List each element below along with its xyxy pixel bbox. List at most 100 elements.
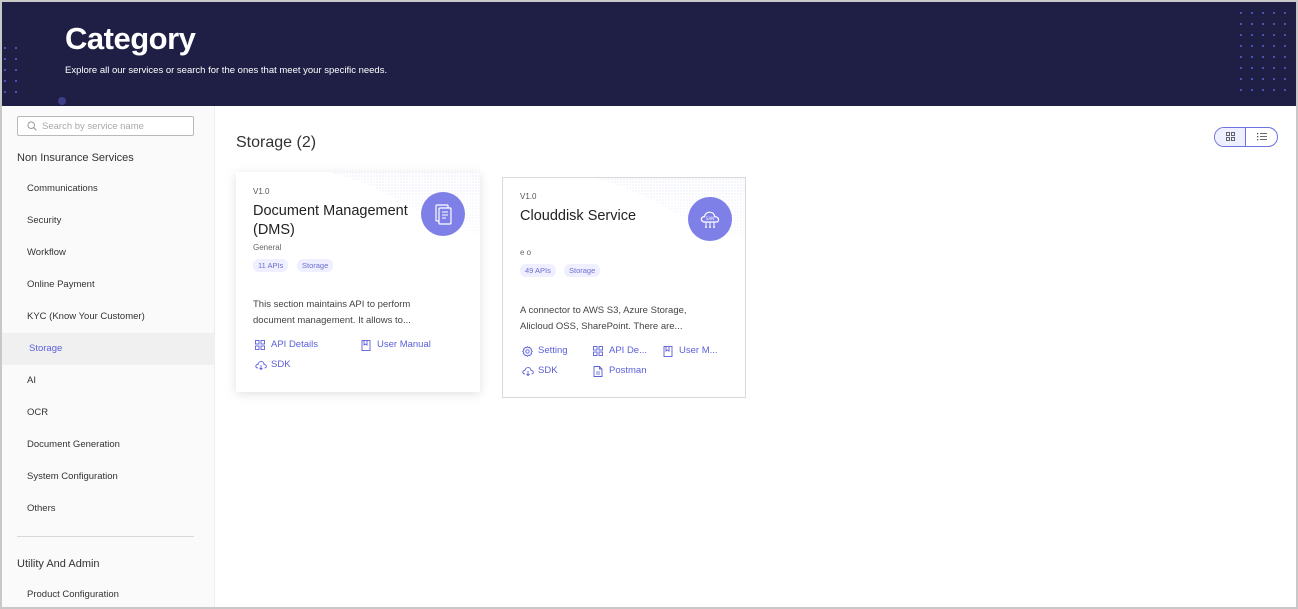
- card-description: A connector to AWS S3, Azure Storage, Al…: [520, 305, 687, 332]
- sidebar-item-online-payment[interactable]: Online Payment: [2, 269, 214, 301]
- book-icon: [361, 340, 371, 351]
- svg-text:SAN: SAN: [706, 216, 714, 221]
- action-label: User Manual: [377, 339, 431, 350]
- sidebar-item-workflow[interactable]: Workflow: [2, 237, 214, 269]
- service-icon-badge: SAN: [688, 197, 732, 241]
- section-title: Storage (2): [236, 134, 317, 151]
- apis-count-badge: 11 APIs: [253, 259, 289, 272]
- decorative-dot: [1284, 78, 1286, 80]
- sidebar-item-document-generation[interactable]: Document Generation: [2, 429, 214, 461]
- cloud-icon: [255, 361, 267, 370]
- decorative-dot: [1273, 89, 1275, 91]
- sidebar-item-storage[interactable]: Storage: [2, 333, 214, 365]
- card-category: e o: [520, 248, 532, 257]
- sidebar-item-ai[interactable]: AI: [2, 365, 214, 397]
- decorative-dots-left: [2, 2, 22, 106]
- card-version: V1.0: [520, 192, 537, 201]
- sidebar-item-kyc[interactable]: KYC (Know Your Customer): [2, 301, 214, 333]
- decorative-dot: [1240, 56, 1242, 58]
- service-icon-badge: [421, 192, 465, 236]
- sidebar-item-ocr[interactable]: OCR: [2, 397, 214, 429]
- sidebar-item-communications[interactable]: Communications: [2, 173, 214, 205]
- decorative-dot: [1240, 78, 1242, 80]
- decorative-dot: [1262, 78, 1264, 80]
- decorative-dot: [1251, 56, 1253, 58]
- apis-count-badge: 49 APIs: [520, 264, 556, 277]
- decorative-dot: [4, 58, 6, 60]
- category-header-banner: Category Explore all our services or sea…: [2, 2, 1296, 106]
- category-tag: Storage: [564, 264, 601, 277]
- decorative-dot: [1240, 67, 1242, 69]
- app-window: Category Explore all our services or sea…: [0, 0, 1298, 609]
- decorative-dot: [1240, 23, 1242, 25]
- search-input[interactable]: [42, 119, 190, 133]
- decorative-dot: [1262, 45, 1264, 47]
- decorative-dot: [1251, 34, 1253, 36]
- decorative-dot: [1284, 56, 1286, 58]
- decorative-dot: [1240, 12, 1242, 14]
- decorative-dot: [1251, 67, 1253, 69]
- decorative-dot: [1273, 67, 1275, 69]
- decorative-dot: [1251, 89, 1253, 91]
- decorative-dot: [1273, 34, 1275, 36]
- sidebar-item-security[interactable]: Security: [2, 205, 214, 237]
- grid-icon: [255, 340, 265, 350]
- card-title: Document Management (DMS): [253, 203, 408, 238]
- decorative-dot: [15, 91, 17, 93]
- page-title: Category: [65, 21, 196, 56]
- grid-view-icon: [1226, 132, 1235, 141]
- search-box[interactable]: [17, 116, 194, 136]
- decorative-dot: [1262, 12, 1264, 14]
- decorative-dots-right: [1234, 2, 1294, 106]
- cloud-icon: [522, 367, 534, 376]
- group-title-utility-admin: Utility And Admin: [17, 558, 100, 570]
- card-title: Clouddisk Service: [520, 208, 637, 224]
- decorative-dot: [1262, 56, 1264, 58]
- service-card-clouddisk[interactable]: V1.0 Clouddisk Service e o 49 APIs Stora…: [502, 177, 746, 398]
- decorative-dot: [15, 80, 17, 82]
- service-card-dms[interactable]: V1.0 Document Management (DMS) General 1…: [236, 172, 480, 392]
- decorative-dot: [1284, 45, 1286, 47]
- document-icon: [435, 204, 452, 225]
- decorative-dot: [15, 58, 17, 60]
- action-label: User M...: [679, 345, 718, 356]
- list-view-button[interactable]: [1246, 128, 1277, 146]
- list-view-icon: [1257, 133, 1268, 141]
- decorative-dot: [1251, 78, 1253, 80]
- decorative-dot: [1273, 12, 1275, 14]
- category-tag: Storage: [297, 259, 334, 272]
- page-subtitle: Explore all our services or search for t…: [65, 65, 388, 76]
- decorative-dot: [1251, 12, 1253, 14]
- book-icon: [663, 346, 673, 357]
- action-label: API Details: [271, 339, 318, 350]
- sidebar-item-system-configuration[interactable]: System Configuration: [2, 461, 214, 493]
- decorative-dot: [1251, 45, 1253, 47]
- decorative-dot: [15, 47, 17, 49]
- decorative-dot: [1273, 23, 1275, 25]
- sidebar-item-others[interactable]: Others: [2, 493, 214, 525]
- card-category: General: [253, 243, 282, 252]
- group-title-non-insurance: Non Insurance Services: [17, 152, 134, 164]
- cloud-storage-icon: SAN: [700, 211, 720, 228]
- decorative-dot: [15, 69, 17, 71]
- action-label: SDK: [538, 365, 558, 376]
- decorative-dot: [1262, 89, 1264, 91]
- sidebar-divider: [17, 536, 194, 537]
- decorative-dot: [4, 91, 6, 93]
- decorative-dot: [1240, 89, 1242, 91]
- card-description: This section maintains API to perform do…: [253, 299, 411, 326]
- sidebar-item-product-configuration[interactable]: Product Configuration: [2, 579, 214, 607]
- grid-view-button[interactable]: [1215, 128, 1247, 146]
- decorative-dot: [1284, 34, 1286, 36]
- file-icon: [593, 366, 603, 377]
- decorative-dot: [1284, 23, 1286, 25]
- decorative-dot: [1284, 89, 1286, 91]
- decorative-dot: [1262, 23, 1264, 25]
- decorative-circle: [58, 97, 66, 105]
- decorative-dot: [1273, 56, 1275, 58]
- view-toggle: [1214, 127, 1278, 147]
- action-label: Postman: [609, 365, 647, 376]
- grid-icon: [593, 346, 603, 356]
- action-label: Setting: [538, 345, 568, 356]
- decorative-dot: [1240, 34, 1242, 36]
